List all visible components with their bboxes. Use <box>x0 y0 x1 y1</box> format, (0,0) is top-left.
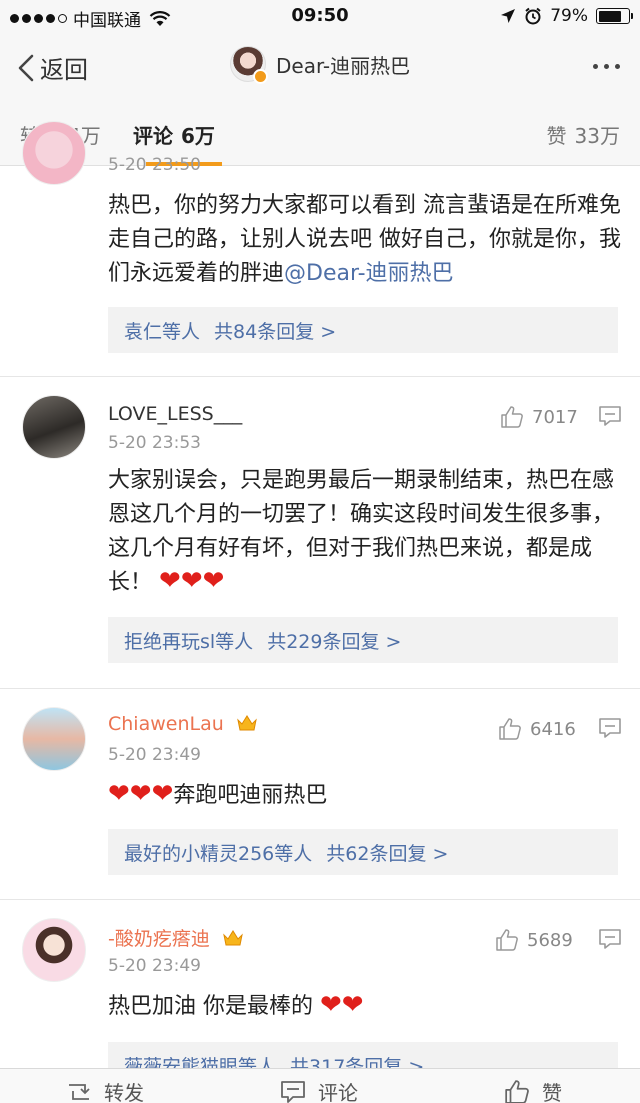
comment-username[interactable]: ChiawenLau <box>108 713 258 735</box>
comment-username-text: -酸奶疙瘩迪 <box>108 928 210 950</box>
comment-time: 5-20 23:49 <box>108 956 201 976</box>
comment-body: 热巴加油 你是最棒的 <box>108 994 313 1019</box>
replies-summary[interactable]: 薇薇安熊猫眼等人 共317条回复 > <box>108 1042 618 1068</box>
avatar[interactable] <box>22 395 86 459</box>
like-button[interactable]: 6416 <box>498 717 576 741</box>
comment-button[interactable]: 评论 <box>280 1077 358 1103</box>
avatar <box>230 46 268 84</box>
comment-username-text: ChiawenLau <box>108 713 224 735</box>
replies-count: 共84条回复 > <box>214 321 337 343</box>
tabs-bar: 转发4万 评论6万 赞33万 <box>0 100 640 166</box>
more-options-icon[interactable] <box>593 64 620 69</box>
heart-emoji-icon: ❤ <box>108 779 130 809</box>
heart-emoji-icon: ❤ <box>151 779 174 809</box>
replies-summary[interactable]: 最好的小精灵256等人 共62条回复 > <box>108 829 618 875</box>
avatar[interactable] <box>22 121 86 185</box>
comment-text: 大家别误会，只是跑男最后一期录制结束，热巴在感恩这几个月的一切罢了！确实这段时间… <box>108 464 623 600</box>
mention-link[interactable]: @Dear-迪丽热巴 <box>284 261 454 286</box>
repost-label: 转发 <box>104 1081 144 1103</box>
replies-users: 最好的小精灵256等人 <box>124 843 313 865</box>
comment-username[interactable]: -酸奶疙瘩迪 <box>108 924 244 951</box>
thumbs-up-icon <box>496 929 518 951</box>
tab-comment[interactable]: 评论 6万 <box>133 120 215 149</box>
comment-time: 5-20 23:53 <box>108 433 201 453</box>
battery-percent: 79% <box>550 6 588 26</box>
tab-like[interactable]: 赞 33万 <box>547 120 620 149</box>
battery-icon <box>596 8 633 24</box>
replies-summary[interactable]: 拒绝再玩sl等人 共229条回复 > <box>108 617 618 663</box>
vip-crown-icon <box>237 715 257 731</box>
comment-icon <box>281 1080 305 1103</box>
comment-item: -酸奶疙瘩迪 5-20 23:49 5689 热巴加油 你是最棒的 ❤❤ 薇薇安… <box>0 900 640 1068</box>
location-arrow-icon <box>501 9 516 23</box>
comment-text: 热巴加油 你是最棒的 ❤❤ <box>108 990 623 1024</box>
page-title: Dear-迪丽热巴 <box>276 53 411 78</box>
heart-emoji-icon: ❤ <box>180 566 203 596</box>
comment-username[interactable]: LOVE_LESS___ <box>108 403 242 425</box>
tab-comment-label: 评论 <box>133 124 173 148</box>
like-toolbar-button[interactable]: 赞 <box>504 1077 562 1103</box>
comment-time: 5-20 23:49 <box>108 745 201 765</box>
comment-item: LOVE_LESS___ 5-20 23:53 7017 大家别误会，只是跑男最… <box>0 377 640 687</box>
like-button[interactable]: 7017 <box>500 405 578 429</box>
replies-count: 共229条回复 > <box>267 631 402 653</box>
thumbs-up-icon <box>505 1079 529 1103</box>
comment-text: 热巴，你的努力大家都可以看到 流言蜚语是在所难免 走自己的路，让别人说去吧 做好… <box>108 189 623 291</box>
nav-title[interactable]: Dear-迪丽热巴 <box>230 46 411 84</box>
repost-button[interactable]: 转发 <box>66 1077 144 1103</box>
replies-users: 袁仁等人 <box>124 321 201 343</box>
tab-like-label: 赞 <box>546 124 567 148</box>
replies-users: 拒绝再玩sl等人 <box>124 631 254 653</box>
comment-text: ❤❤❤奔跑吧迪丽热巴 <box>108 779 623 813</box>
like-button[interactable]: 5689 <box>495 928 573 952</box>
back-button[interactable]: 返回 <box>16 50 88 85</box>
thumbs-up-icon <box>499 718 521 740</box>
comment-label: 评论 <box>318 1081 358 1103</box>
battery-level <box>598 10 622 22</box>
avatar[interactable] <box>22 707 86 771</box>
like-count: 7017 <box>532 406 578 428</box>
heart-emoji-icon: ❤ <box>202 566 225 596</box>
status-bar: 中国联通 09:50 79% <box>0 0 640 34</box>
repost-icon <box>69 1083 90 1100</box>
reply-icon[interactable] <box>598 717 622 739</box>
back-label: 返回 <box>40 56 88 84</box>
reply-icon[interactable] <box>598 405 622 427</box>
comment-item: 5-20 23:50 热巴，你的努力大家都可以看到 流言蜚语是在所难免 走自己的… <box>0 121 640 377</box>
comment-item: ChiawenLau 5-20 23:49 6416 ❤❤❤奔跑吧迪丽热巴 最好… <box>0 689 640 899</box>
heart-emoji-icon: ❤ <box>320 990 342 1020</box>
comment-time: 5-20 23:50 <box>108 155 201 175</box>
tab-like-count: 33万 <box>574 124 620 148</box>
avatar[interactable] <box>22 918 86 982</box>
heart-emoji-icon: ❤ <box>159 566 181 596</box>
bottom-toolbar: 转发 评论 赞 <box>0 1068 640 1103</box>
replies-count: 共62条回复 > <box>326 843 449 865</box>
status-right: 79% <box>500 6 633 26</box>
chevron-left-icon <box>18 54 34 81</box>
heart-emoji-icon: ❤ <box>129 779 152 809</box>
replies-users: 薇薇安熊猫眼等人 <box>124 1056 277 1068</box>
like-count: 6416 <box>530 718 576 740</box>
comment-body: 奔跑吧迪丽热巴 <box>173 783 328 808</box>
tab-comment-count: 6万 <box>181 124 215 148</box>
heart-emoji-icon: ❤ <box>341 990 364 1020</box>
verified-badge-icon <box>253 69 268 84</box>
like-count: 5689 <box>527 929 573 951</box>
like-label: 赞 <box>542 1081 562 1103</box>
reply-icon[interactable] <box>598 928 622 950</box>
replies-count: 共317条回复 > <box>290 1056 425 1068</box>
alarm-clock-icon <box>525 7 541 25</box>
nav-bar: 返回 Dear-迪丽热巴 <box>0 34 640 100</box>
replies-summary[interactable]: 袁仁等人 共84条回复 > <box>108 307 618 353</box>
thumbs-up-icon <box>501 406 523 428</box>
vip-crown-icon <box>223 930 243 946</box>
